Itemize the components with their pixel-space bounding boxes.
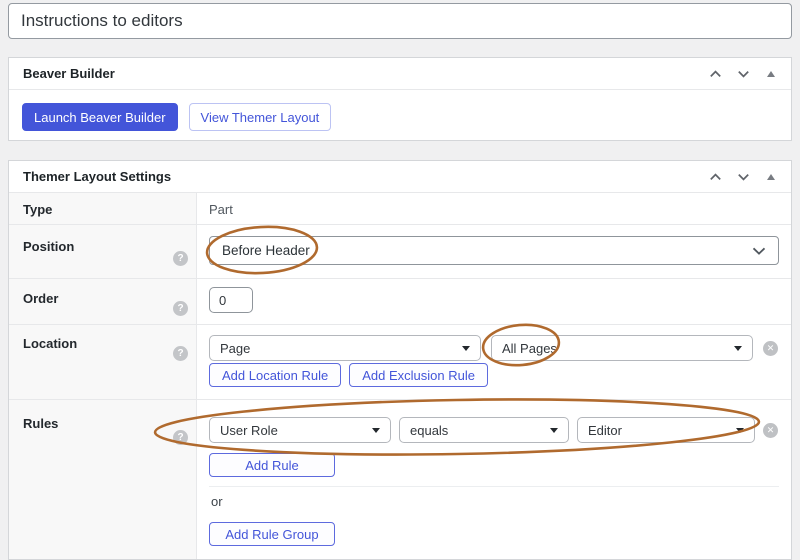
location-rule-value-select[interactable]: All Pages [491, 335, 753, 361]
dropdown-caret-icon [462, 346, 470, 351]
location-rule-type-value: Page [220, 341, 250, 356]
title-input[interactable] [8, 3, 792, 39]
row-label-cell: Position ? [9, 225, 197, 278]
add-rule-group-button[interactable]: Add Rule Group [209, 522, 335, 546]
add-exclusion-rule-button[interactable]: Add Exclusion Rule [349, 363, 488, 387]
row-value-cell [197, 279, 791, 324]
view-themer-layout-button[interactable]: View Themer Layout [189, 103, 332, 131]
order-label: Order [23, 291, 58, 306]
dropdown-caret-icon [550, 428, 558, 433]
rule-operator-select[interactable]: equals [399, 417, 569, 443]
toggle-panel-button[interactable] [759, 165, 783, 189]
row-label-cell: Order ? [9, 279, 197, 324]
rule-value-select[interactable]: Editor [577, 417, 755, 443]
beaver-builder-panel-body: Launch Beaver Builder View Themer Layout [9, 90, 791, 144]
location-rule-value-value: All Pages [502, 341, 557, 356]
position-label: Position [23, 239, 74, 254]
chevron-down-icon [737, 70, 750, 78]
settings-row-position: Position ? Before Header [9, 225, 791, 279]
type-label: Type [23, 202, 52, 217]
dropdown-caret-icon [736, 428, 744, 433]
position-select[interactable]: Before Header [209, 236, 779, 265]
location-rule-type-select[interactable]: Page [209, 335, 481, 361]
toggle-panel-icon [767, 71, 775, 77]
remove-location-rule-icon[interactable]: ✕ [763, 341, 778, 356]
or-text: or [209, 494, 779, 509]
themer-settings-panel-header: Themer Layout Settings [9, 161, 791, 193]
move-up-button[interactable] [703, 165, 727, 189]
help-icon[interactable]: ? [173, 430, 188, 445]
panel-title: Themer Layout Settings [23, 169, 703, 184]
chevron-down-icon [737, 173, 750, 181]
move-up-button[interactable] [703, 62, 727, 86]
add-rule-button[interactable]: Add Rule [209, 453, 335, 477]
type-value: Part [209, 193, 779, 217]
rule-field-value: User Role [220, 423, 278, 438]
themer-layout-settings-panel: Themer Layout Settings Type Part Positio… [8, 160, 792, 560]
beaver-builder-panel-header: Beaver Builder [9, 58, 791, 90]
settings-row-order: Order ? [9, 279, 791, 325]
rule-operator-value: equals [410, 423, 448, 438]
metabox-controls [703, 165, 783, 189]
row-label-cell: Rules ? [9, 400, 197, 560]
location-label: Location [23, 336, 77, 351]
row-value-cell: User Role equals Editor ✕ Add Rule or Ad… [197, 400, 791, 560]
chevron-up-icon [709, 70, 722, 78]
row-value-cell: Part [197, 193, 791, 224]
toggle-panel-icon [767, 174, 775, 180]
help-icon[interactable]: ? [173, 251, 188, 266]
launch-beaver-builder-button[interactable]: Launch Beaver Builder [22, 103, 178, 131]
toggle-panel-button[interactable] [759, 62, 783, 86]
settings-row-type: Type Part [9, 193, 791, 225]
dropdown-caret-icon [372, 428, 380, 433]
move-down-button[interactable] [731, 165, 755, 189]
row-value-cell: Before Header [197, 225, 791, 278]
metabox-controls [703, 62, 783, 86]
rules-label: Rules [23, 416, 58, 431]
add-location-rule-button[interactable]: Add Location Rule [209, 363, 341, 387]
beaver-builder-panel: Beaver Builder Launch Beaver Builder Vie… [8, 57, 792, 141]
order-input[interactable] [209, 287, 253, 313]
dropdown-caret-icon [734, 346, 742, 351]
row-label-cell: Location ? [9, 325, 197, 399]
row-value-cell: Page All Pages ✕ Add Location Rule Add E… [197, 325, 791, 399]
settings-row-location: Location ? Page All Pages ✕ Add Location… [9, 325, 791, 400]
panel-title: Beaver Builder [23, 66, 703, 81]
chevron-down-icon [752, 247, 766, 255]
chevron-up-icon [709, 173, 722, 181]
rule-field-select[interactable]: User Role [209, 417, 391, 443]
divider [209, 486, 779, 487]
settings-row-rules: Rules ? User Role equals Editor ✕ Add R [9, 400, 791, 560]
help-icon[interactable]: ? [173, 346, 188, 361]
rule-value-value: Editor [588, 423, 622, 438]
row-label-cell: Type [9, 193, 197, 224]
move-down-button[interactable] [731, 62, 755, 86]
help-icon[interactable]: ? [173, 301, 188, 316]
remove-rule-icon[interactable]: ✕ [763, 423, 778, 438]
position-select-value: Before Header [222, 243, 310, 258]
